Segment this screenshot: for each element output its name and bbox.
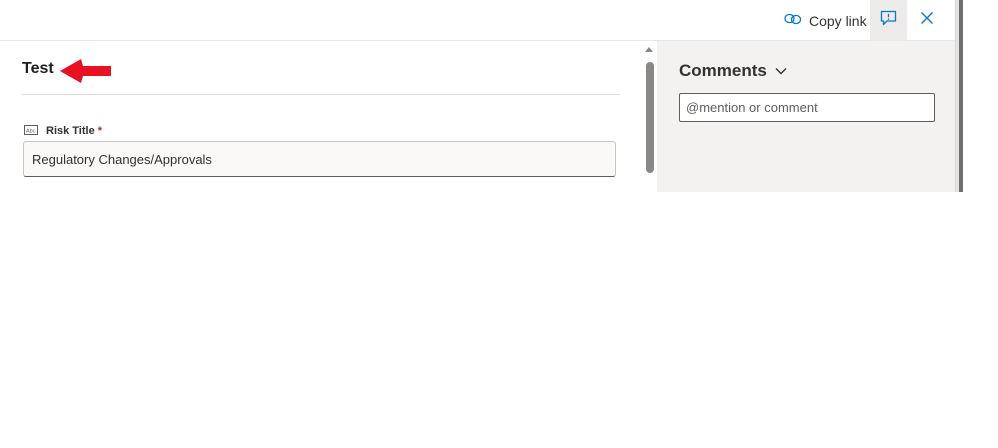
required-marker: * xyxy=(97,125,102,137)
comments-pane: Comments xyxy=(657,41,955,192)
title-divider xyxy=(22,94,620,95)
copy-link-button[interactable]: Copy link xyxy=(784,8,867,34)
comments-header-button[interactable]: Comments xyxy=(679,61,787,81)
risk-title-label: Risk Title * xyxy=(46,125,102,137)
comment-icon xyxy=(880,10,897,31)
item-detail-panel: Copy link Test Abc Risk Title * Regulato… xyxy=(0,0,956,192)
copy-link-label: Copy link xyxy=(809,13,867,29)
annotation-arrow-icon xyxy=(59,58,113,89)
close-icon xyxy=(920,11,934,30)
form-title: Test xyxy=(22,60,54,77)
risk-title-input[interactable]: Regulatory Changes/Approvals xyxy=(23,141,616,177)
svg-text:Abc: Abc xyxy=(26,128,36,134)
scrollbar-thumb[interactable] xyxy=(646,62,654,173)
comment-input[interactable] xyxy=(679,93,935,122)
chevron-down-icon xyxy=(775,62,787,80)
close-button[interactable] xyxy=(915,8,939,32)
page: Copy link Test Abc Risk Title * Regulato… xyxy=(0,0,998,448)
scroll-up-arrow[interactable] xyxy=(645,47,653,52)
comments-toggle-button[interactable] xyxy=(870,0,907,41)
panel-toolbar: Copy link xyxy=(0,0,955,41)
risk-title-value: Regulatory Changes/Approvals xyxy=(32,151,212,167)
text-field-icon: Abc xyxy=(24,122,38,140)
comments-title: Comments xyxy=(679,61,767,80)
background-page-edge xyxy=(959,0,963,192)
risk-title-label-row: Abc Risk Title * xyxy=(24,122,102,140)
risk-title-label-text: Risk Title xyxy=(46,125,95,137)
link-icon xyxy=(784,12,802,30)
